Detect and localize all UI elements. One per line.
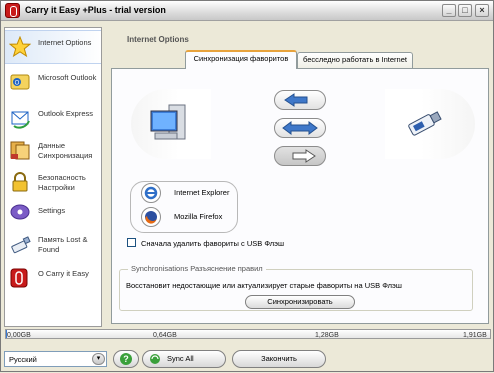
sidebar-item-data-sync[interactable]: Данные Синхронизация: [5, 134, 101, 168]
data-sync-icon: [10, 141, 30, 160]
sidebar-item-settings[interactable]: Settings: [5, 196, 101, 230]
firefox-label: Mozilla Firefox: [174, 212, 223, 221]
app-window: Carry it Easy +Plus - trial version _ □ …: [0, 0, 494, 372]
close-button[interactable]: ×: [475, 4, 489, 17]
sync-all-label: Sync All: [167, 354, 194, 363]
arrow-right-icon: [292, 149, 316, 163]
sidebar-item-internet-options[interactable]: Internet Options: [5, 30, 101, 64]
computer-icon: [150, 104, 186, 140]
capacity-tick: 0,64GB: [153, 332, 177, 339]
about-icon: [10, 268, 28, 288]
firefox-radio[interactable]: [141, 207, 161, 227]
sidebar-item-label: Память Lost & Found: [38, 235, 88, 254]
settings-icon: [10, 204, 30, 220]
maximize-button[interactable]: □: [458, 4, 472, 17]
sync-all-icon: [150, 354, 160, 364]
question-icon: ?: [120, 353, 132, 365]
page-title: Internet Options: [127, 35, 189, 44]
sidebar-item-outlook-express[interactable]: Outlook Express: [5, 102, 101, 136]
svg-text:?: ?: [123, 354, 129, 364]
help-button[interactable]: ?: [113, 350, 139, 368]
synchronize-button[interactable]: Синхронизировать: [245, 295, 355, 309]
sidebar-item-label: Безопасность Настройки: [38, 173, 86, 192]
language-value: Русский: [9, 355, 37, 364]
sidebar-item-about[interactable]: О Carry it Easy: [5, 262, 101, 296]
capacity-tick: 1,28GB: [315, 332, 339, 339]
sidebar-item-lost-found[interactable]: Память Lost & Found: [5, 228, 101, 262]
internet-explorer-icon: [144, 186, 158, 200]
lock-icon: [12, 172, 28, 192]
sync-to-usb-button[interactable]: [274, 146, 326, 166]
capacity-bar: [5, 329, 491, 339]
star-icon: [9, 36, 31, 58]
tab-browse-without-traces[interactable]: бесследно работать в Internet: [297, 52, 413, 68]
outlook-express-icon: [11, 111, 30, 129]
usb-area: [385, 89, 475, 159]
sidebar-item-label: О Carry it Easy: [38, 269, 89, 278]
language-select[interactable]: Русский ▾: [4, 351, 107, 367]
title-bar[interactable]: Carry it Easy +Plus - trial version _ □ …: [1, 1, 493, 21]
sync-all-button[interactable]: Sync All: [142, 350, 226, 368]
delete-first-checkbox[interactable]: [127, 238, 136, 247]
arrow-left-icon: [284, 93, 308, 107]
usb-flash-icon: [408, 111, 442, 136]
computer-area: [131, 89, 211, 159]
firefox-icon: [145, 211, 157, 224]
capacity-tick: 0,00GB: [7, 332, 31, 339]
app-logo-icon: [5, 3, 20, 18]
usb-drive-icon: [11, 236, 31, 254]
sidebar-item-label: Данные Синхронизация: [38, 141, 93, 160]
sidebar-item-label: Microsoft Outlook: [38, 73, 97, 82]
sidebar-item-label: Internet Options: [38, 38, 92, 47]
arrow-both-icon: [282, 121, 318, 135]
outlook-icon: O: [10, 74, 30, 90]
chevron-down-icon[interactable]: ▾: [92, 353, 105, 365]
window-title: Carry it Easy +Plus - trial version: [25, 5, 166, 15]
ie-label: Internet Explorer: [174, 188, 230, 197]
sidebar-item-label: Outlook Express: [38, 109, 94, 118]
tab-sync-favorites[interactable]: Синхронизация фаворитов: [185, 50, 297, 69]
browser-option-ie[interactable]: Internet Explorer: [141, 183, 241, 203]
sidebar-item-security[interactable]: Безопасность Настройки: [5, 166, 101, 200]
rules-description: Восстановит недостающие или актуализируе…: [126, 281, 402, 290]
sidebar-item-label: Settings: [38, 206, 66, 215]
delete-first-label: Сначала удалить фавориты с USB Флэш: [141, 239, 285, 248]
ie-radio[interactable]: [141, 183, 161, 203]
capacity-tick: 1,91GB: [463, 332, 487, 339]
sync-both-button[interactable]: [274, 118, 326, 138]
sidebar-item-microsoft-outlook[interactable]: O Microsoft Outlook: [5, 66, 101, 100]
svg-text:O: O: [15, 81, 20, 87]
minimize-button[interactable]: _: [442, 4, 456, 17]
sidebar: Internet Options O Microsoft Outlook Out…: [4, 27, 102, 327]
rules-groupbox-title: Synchronisations Разъяснение правил: [128, 264, 266, 273]
sync-to-pc-button[interactable]: [274, 90, 326, 110]
finish-button[interactable]: Закончить: [232, 350, 326, 368]
browser-option-firefox[interactable]: Mozilla Firefox: [141, 207, 241, 227]
